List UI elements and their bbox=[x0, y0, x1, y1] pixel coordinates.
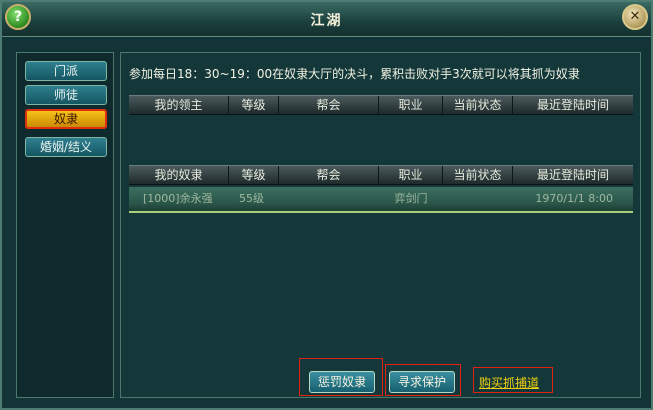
table-row[interactable]: [1000]余永强 55级 弈剑门 1970/1/1 8:00 bbox=[129, 187, 633, 213]
column-header: 职业 bbox=[379, 96, 443, 114]
sidebar-item-sect[interactable]: 门派 bbox=[25, 61, 107, 81]
column-header: 当前状态 bbox=[443, 166, 513, 184]
sidebar: 门派 师徒 奴隶 婚姻/结义 bbox=[16, 52, 114, 398]
sidebar-item-mentor[interactable]: 师徒 bbox=[25, 85, 107, 105]
master-table-header: 我的领主 等级 帮会 职业 当前状态 最近登陆时间 bbox=[129, 95, 633, 115]
slave-name-cell: [1000]余永强 bbox=[143, 192, 213, 205]
column-header: 等级 bbox=[229, 96, 279, 114]
sidebar-item-slave[interactable]: 奴隶 bbox=[25, 109, 107, 129]
column-header: 等级 bbox=[229, 166, 279, 184]
slave-job-cell: 弈剑门 bbox=[394, 192, 428, 205]
slave-guild-cell bbox=[279, 187, 379, 211]
slave-level-cell: 55级 bbox=[239, 192, 264, 205]
slave-table-header: 我的奴隶 等级 帮会 职业 当前状态 最近登陆时间 bbox=[129, 165, 633, 185]
column-header: 当前状态 bbox=[443, 96, 513, 114]
column-header: 帮会 bbox=[279, 166, 379, 184]
slave-status-cell bbox=[443, 187, 513, 211]
jianghu-window: ? 江湖 ✕ 门派 师徒 奴隶 婚姻/结义 参加每日18：30~19：00在奴隶… bbox=[0, 0, 653, 410]
column-header: 我的奴隶 bbox=[129, 166, 229, 184]
column-header: 最近登陆时间 bbox=[536, 168, 609, 182]
punish-slave-button[interactable]: 惩罚奴隶 bbox=[309, 371, 375, 393]
column-header: 最近登陆时间 bbox=[536, 98, 609, 112]
column-header: 我的领主 bbox=[129, 96, 229, 114]
info-text: 参加每日18：30~19：00在奴隶大厅的决斗，累积击败对手3次就可以将其抓为奴… bbox=[129, 67, 580, 81]
main-panel: 参加每日18：30~19：00在奴隶大厅的决斗，累积击败对手3次就可以将其抓为奴… bbox=[120, 52, 641, 398]
buy-capture-item-link[interactable]: 购买抓捕道 bbox=[479, 374, 539, 391]
title-bar: ? 江湖 ✕ bbox=[2, 2, 651, 37]
close-icon[interactable]: ✕ bbox=[622, 4, 648, 30]
seek-protection-button[interactable]: 寻求保护 bbox=[389, 371, 455, 393]
window-title: 江湖 bbox=[310, 13, 343, 29]
slave-last-login-cell: 1970/1/1 8:00 bbox=[535, 192, 613, 205]
sidebar-item-marriage[interactable]: 婚姻/结义 bbox=[25, 137, 107, 157]
column-header: 职业 bbox=[379, 166, 443, 184]
column-header: 帮会 bbox=[279, 96, 379, 114]
